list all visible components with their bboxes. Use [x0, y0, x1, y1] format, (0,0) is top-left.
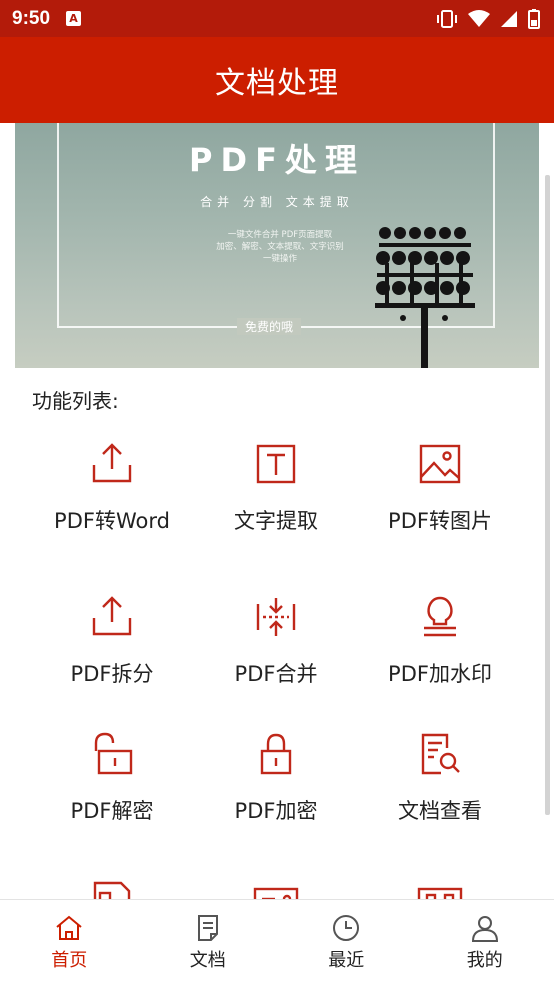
- scrollbar[interactable]: [545, 175, 550, 815]
- home-icon: [56, 915, 82, 940]
- page-title: 文档处理: [215, 66, 339, 101]
- status-bar: 9:50 A: [0, 0, 554, 37]
- feature-pdf-merge[interactable]: PDF合并: [191, 594, 361, 688]
- banner-free-text: 免费的哦: [237, 318, 302, 335]
- nav-mine-label: 我的: [466, 950, 503, 971]
- nav-home-label: 首页: [51, 950, 88, 971]
- banner-description: 一键文件合并 PDF页面提取 加密、解密、文本提取、文字识别 一键操作: [185, 229, 375, 265]
- id-card-icon: [253, 887, 299, 899]
- main-content[interactable]: PDF处理 合并 分割 文本提取 一键文件合并 PDF页面提取 加密、解密、文本…: [0, 123, 554, 899]
- feature-label: 文字提取: [234, 509, 318, 533]
- bottom-nav: 首页 文档 最近 我的: [0, 899, 554, 984]
- feature-pdf-decrypt[interactable]: PDF解密: [27, 731, 197, 825]
- feature-partial-row[interactable]: [355, 881, 525, 899]
- feature-label: 文档查看: [398, 799, 482, 823]
- wifi-icon: [468, 9, 490, 27]
- light-tower-image: [375, 227, 475, 368]
- nav-documents-label: 文档: [189, 950, 226, 971]
- feature-pdf-split[interactable]: PDF拆分: [27, 594, 197, 688]
- banner-line-3: 一键操作: [262, 254, 297, 264]
- text-box-icon: [256, 444, 296, 484]
- feature-partial-row[interactable]: [191, 881, 361, 899]
- banner-title: PDF处理: [189, 141, 365, 179]
- user-icon: [471, 916, 498, 942]
- nav-mine[interactable]: 我的: [416, 900, 554, 984]
- nav-recent-label: 最近: [328, 950, 365, 971]
- upload-tray-icon: [92, 596, 132, 636]
- promo-banner[interactable]: PDF处理 合并 分割 文本提取 一键文件合并 PDF页面提取 加密、解密、文本…: [15, 123, 539, 368]
- banner-line-1: 一键文件合并 PDF页面提取: [227, 230, 333, 240]
- feature-label: PDF解密: [70, 799, 154, 823]
- status-icons: [436, 8, 540, 29]
- feature-text-extract[interactable]: 文字提取: [191, 441, 361, 535]
- lock-icon: [260, 733, 292, 775]
- app-bar: 文档处理: [0, 37, 554, 123]
- clock-icon: [333, 915, 360, 941]
- feature-pdf-to-word[interactable]: PDF转Word: [27, 441, 197, 535]
- section-label: 功能列表:: [32, 389, 119, 413]
- feature-label: PDF转图片: [388, 509, 492, 533]
- signal-icon: [501, 10, 517, 27]
- status-time: 9:50: [12, 7, 51, 29]
- banner-line-2: 加密、解密、文本提取、文字识别: [216, 242, 344, 252]
- feature-document-view[interactable]: 文档查看: [355, 731, 525, 825]
- upload-tray-icon: [92, 443, 132, 483]
- nav-documents[interactable]: 文档: [139, 900, 278, 984]
- feature-pdf-encrypt[interactable]: PDF加密: [191, 731, 361, 825]
- feature-partial-row[interactable]: [27, 881, 197, 899]
- notification-a-icon: A: [66, 11, 82, 26]
- unlock-icon: [94, 732, 133, 775]
- vibrate-icon: [437, 9, 457, 28]
- document-icon: [197, 915, 218, 941]
- merge-icon: [256, 598, 296, 636]
- image-icon: [419, 444, 461, 484]
- nav-recent[interactable]: 最近: [277, 900, 416, 984]
- battery-icon: [528, 8, 540, 29]
- feature-label: PDF加水印: [388, 662, 492, 686]
- photo-document-icon: [93, 881, 131, 899]
- stamp-icon: [424, 596, 456, 637]
- feature-pdf-watermark[interactable]: PDF加水印: [355, 594, 525, 688]
- feature-label: PDF拆分: [70, 662, 154, 686]
- feature-label: PDF合并: [234, 662, 318, 686]
- feature-label: PDF转Word: [54, 509, 170, 533]
- feature-label: PDF加密: [234, 799, 318, 823]
- feature-pdf-to-image[interactable]: PDF转图片: [355, 441, 525, 535]
- banner-subtitle: 合并 分割 文本提取: [200, 195, 354, 209]
- nav-home[interactable]: 首页: [0, 900, 139, 984]
- card-icon: [417, 887, 463, 899]
- document-search-icon: [421, 733, 460, 775]
